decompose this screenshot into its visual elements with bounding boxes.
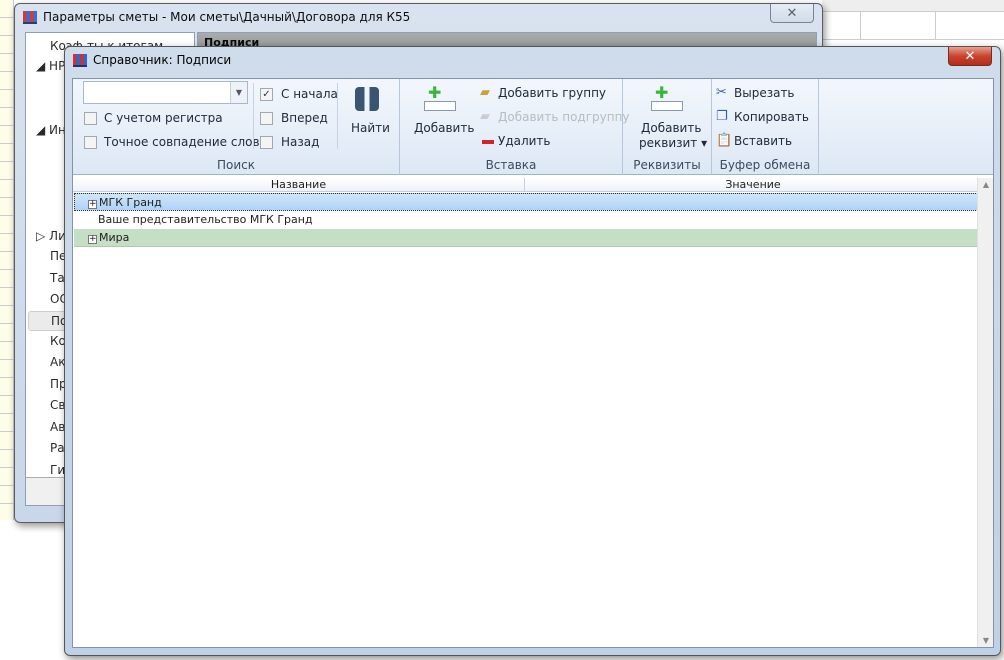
app-icon — [73, 53, 87, 67]
case-sensitive-checkbox[interactable] — [84, 112, 97, 125]
insert-group: ✚ Добавить ▰ Добавить группу ▰ Добавить … — [400, 79, 630, 175]
grid-header: Название Значение — [73, 178, 981, 192]
requisites-group-label: Реквизиты — [633, 158, 701, 172]
column-header-value[interactable]: Значение — [525, 178, 981, 191]
plus-icon: ✚ — [655, 83, 669, 102]
from-start-label: С начала — [281, 87, 338, 101]
record-icon — [651, 101, 683, 111]
clipboard-group-label: Буфер обмена — [719, 158, 811, 172]
plus-icon: ✚ — [428, 83, 442, 102]
signatures-dictionary-window: Справочник: Подписи ✕ ▼ С учетом регистр… — [64, 46, 1001, 656]
search-group: ▼ С учетом регистра Точное совпадение сл… — [73, 79, 400, 175]
vertical-scrollbar[interactable]: ▲ ▼ — [977, 178, 993, 647]
paste-button[interactable]: 📋 Вставить — [716, 133, 816, 151]
expand-icon[interactable]: + — [88, 200, 97, 209]
close-button[interactable]: ✕ — [948, 47, 992, 66]
column-header-name[interactable]: Название — [73, 178, 525, 191]
cut-button[interactable]: ✂ Вырезать — [716, 85, 816, 103]
subfolder-add-icon: ▰ — [480, 109, 490, 124]
from-start-checkbox[interactable]: ✓ — [260, 88, 273, 101]
add-requisite-button[interactable]: ✚ Добавить реквизит ▾ — [629, 83, 707, 150]
clipboard-group: ✂ Вырезать ❐ Копировать 📋 Вставить Буфер… — [712, 79, 819, 175]
add-subgroup-button[interactable]: ▰ Добавить подгруппу — [480, 109, 630, 127]
table-row[interactable]: + МГК Гранд — [74, 193, 980, 211]
close-button[interactable]: ✕ — [770, 4, 814, 23]
tree-item[interactable]: ◢ НР — [36, 59, 65, 73]
forward-label: Вперед — [281, 111, 328, 125]
chevron-down-icon[interactable]: ▼ — [230, 82, 247, 103]
scroll-down-icon[interactable]: ▼ — [978, 636, 994, 645]
backward-label: Назад — [281, 135, 320, 149]
table-row[interactable]: Ваше представительство МГК Гранд — [74, 211, 980, 229]
binoculars-icon — [355, 87, 379, 111]
requisites-group: ✚ Добавить реквизит ▾ Реквизиты — [623, 79, 712, 175]
background-grid — [0, 0, 14, 520]
insert-group-label: Вставка — [485, 158, 537, 172]
background-table — [822, 0, 1004, 40]
table-row[interactable]: + Мира — [74, 229, 980, 247]
signatures-grid: Название Значение + МГК Гранд Ваше предст… — [73, 175, 993, 647]
find-button[interactable]: Найти — [341, 83, 393, 145]
record-icon — [424, 101, 456, 111]
scissors-icon: ✂ — [716, 85, 727, 100]
add-button[interactable]: ✚ Добавить — [404, 83, 474, 145]
backward-radio[interactable] — [260, 136, 273, 149]
window-title: Справочник: Подписи — [93, 53, 232, 67]
minus-icon — [482, 140, 494, 144]
copy-icon: ❐ — [716, 109, 728, 124]
exact-match-label: Точное совпадение слов — [104, 135, 260, 149]
case-sensitive-label: С учетом регистра — [104, 111, 223, 125]
expand-icon[interactable]: + — [88, 235, 97, 244]
add-group-button[interactable]: ▰ Добавить группу — [480, 85, 620, 103]
folder-add-icon: ▰ — [480, 85, 490, 100]
window-title: Параметры сметы - Мои сметы\Дачный\Догов… — [43, 10, 411, 24]
app-icon — [23, 10, 37, 24]
search-group-label: Поиск — [216, 158, 255, 172]
tree-item[interactable]: ◢ Ин — [36, 123, 66, 137]
search-combobox[interactable]: ▼ — [83, 81, 248, 104]
scroll-up-icon[interactable]: ▲ — [978, 180, 994, 189]
exact-match-checkbox[interactable] — [84, 136, 97, 149]
delete-button[interactable]: Удалить — [480, 133, 580, 151]
ribbon: ▼ С учетом регистра Точное совпадение сл… — [73, 79, 993, 175]
paste-icon: 📋 — [716, 133, 733, 148]
tree-item[interactable]: ▷ Ли — [36, 229, 66, 243]
forward-radio[interactable] — [260, 112, 273, 125]
copy-button[interactable]: ❐ Копировать — [716, 109, 816, 127]
